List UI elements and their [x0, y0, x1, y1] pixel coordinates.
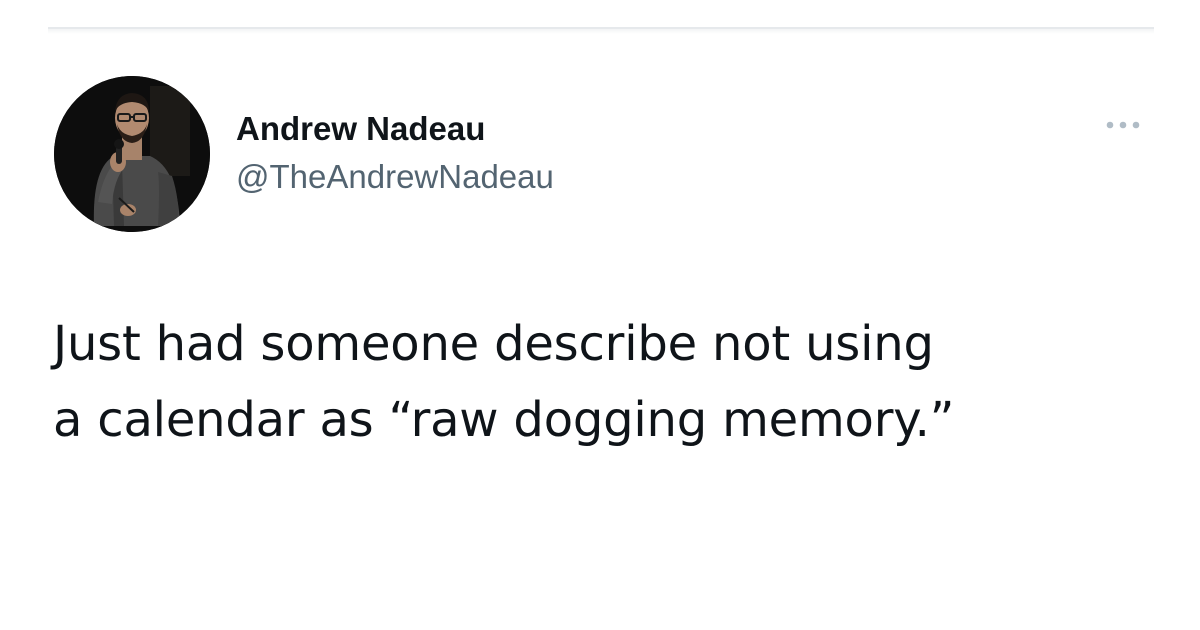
avatar-photo-icon — [54, 76, 210, 232]
tweet-text-line: Just had someone describe not using — [53, 316, 934, 372]
tweet-card: Andrew Nadeau @TheAndrewNadeau Just had … — [0, 0, 1200, 630]
tweet-text: Just had someone describe not using a ca… — [53, 306, 1163, 458]
author-block: Andrew Nadeau @TheAndrewNadeau — [236, 110, 554, 196]
handle[interactable]: @TheAndrewNadeau — [236, 158, 554, 196]
avatar[interactable] — [54, 76, 210, 232]
tweet-text-line: a calendar as “raw dogging memory.” — [53, 392, 955, 448]
more-button[interactable] — [1098, 114, 1148, 136]
more-horizontal-icon — [1106, 121, 1140, 129]
top-divider-shadow — [48, 29, 1154, 34]
display-name[interactable]: Andrew Nadeau — [236, 110, 554, 148]
